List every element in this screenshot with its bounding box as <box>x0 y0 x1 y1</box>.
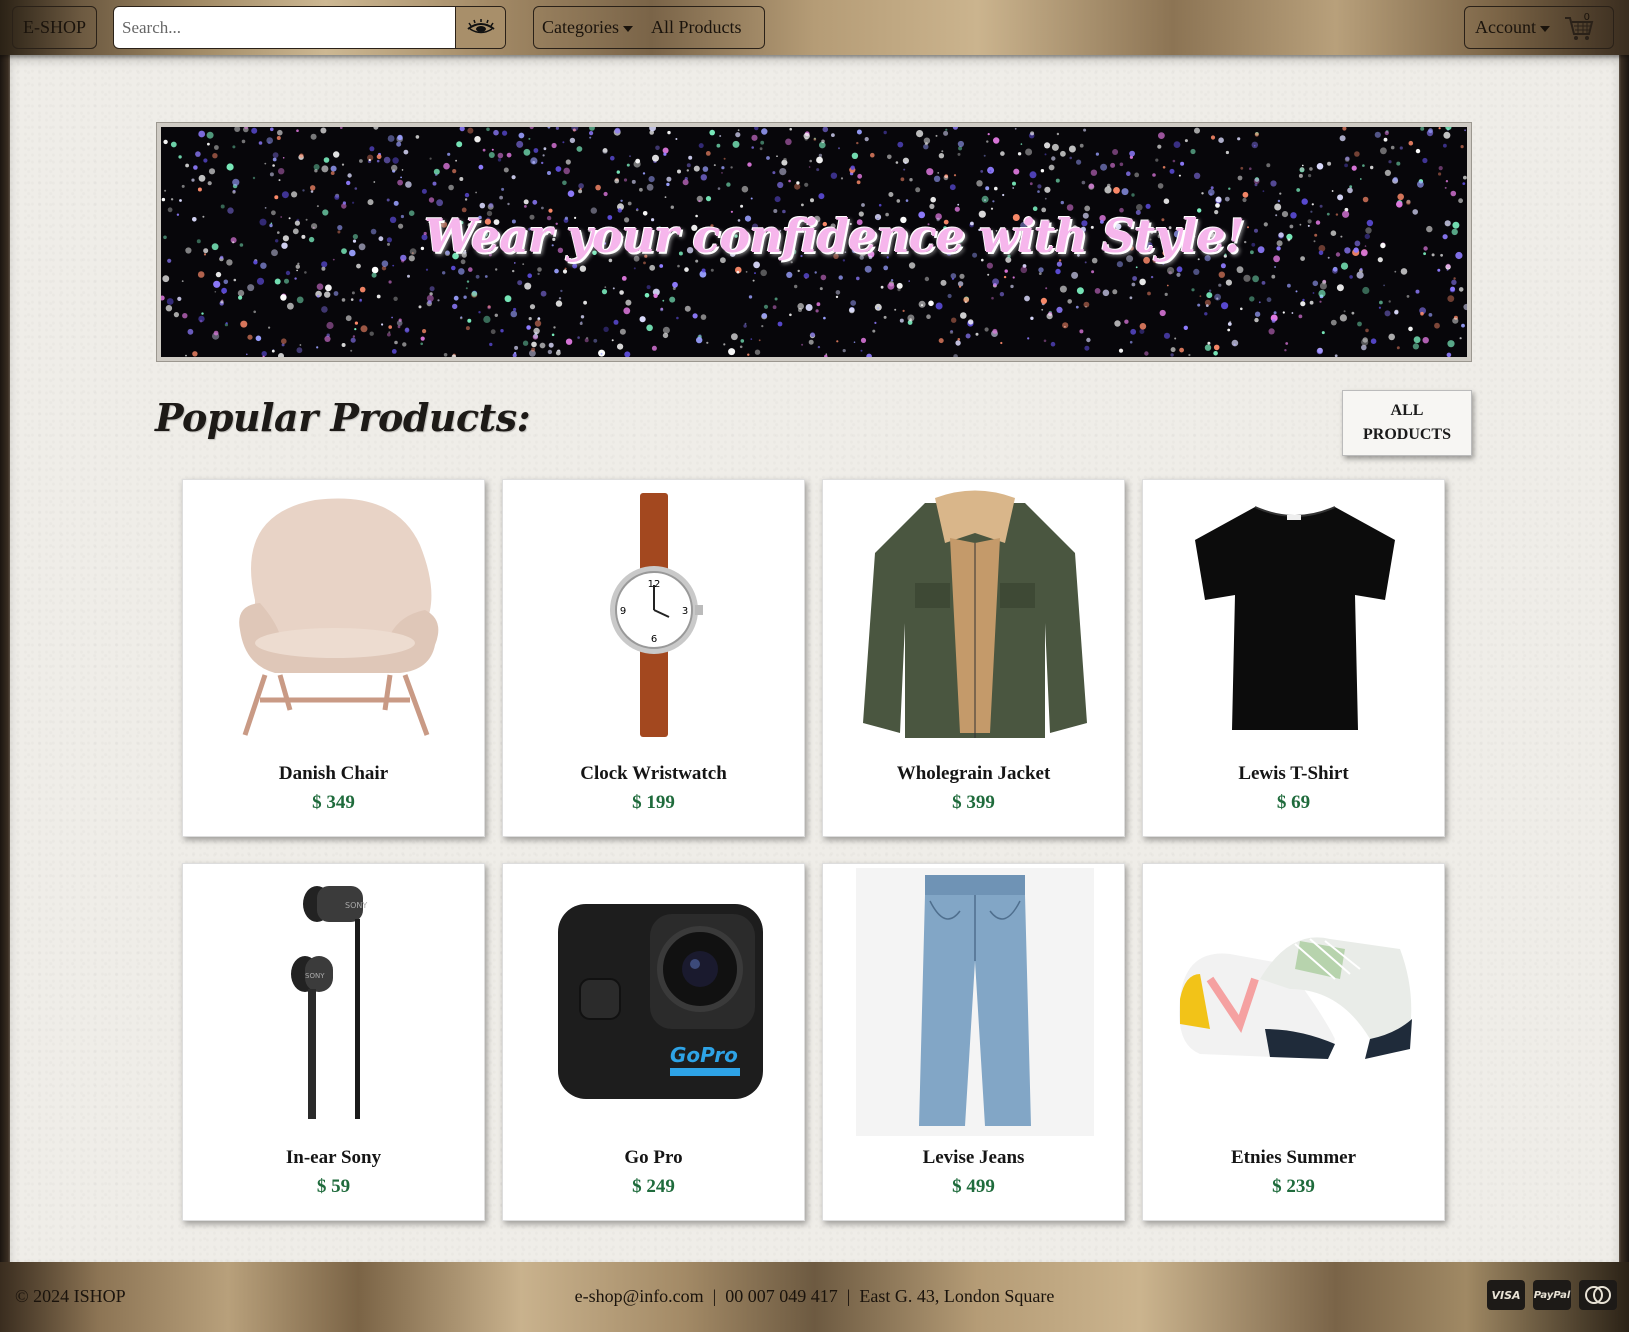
banner-slogan: Wear your confidence with Style! <box>424 209 1245 263</box>
chevron-down-icon <box>1539 25 1550 32</box>
mastercard-icon <box>1579 1280 1617 1310</box>
popular-products-title: Popular Products: <box>155 395 531 440</box>
jacket-image <box>823 480 1126 750</box>
chair-image <box>183 480 486 750</box>
account-dropdown[interactable]: Account <box>1475 17 1550 38</box>
product-card[interactable]: 12 6 9 3 Clock Wristwatch $ 199 <box>502 479 805 837</box>
visa-icon: VISA <box>1487 1280 1525 1310</box>
svg-text:SONY: SONY <box>345 901 367 910</box>
top-navbar: E-SHOP Categories All Products Account 0 <box>0 0 1629 55</box>
search-input[interactable] <box>114 7 455 48</box>
product-name: Etnies Summer <box>1230 1147 1357 1168</box>
account-area: Account 0 <box>1464 6 1614 49</box>
all-products-line1: ALL <box>1390 402 1424 419</box>
visa-label: VISA <box>1491 1288 1521 1302</box>
payment-methods: VISA PayPal <box>1487 1280 1617 1310</box>
product-price: $ 349 <box>312 792 355 813</box>
brand-logo[interactable]: E-SHOP <box>12 6 97 49</box>
footer: © 2024 ISHOP e-shop@info.com | 00 007 04… <box>0 1262 1629 1332</box>
hero-banner: Wear your confidence with Style! <box>157 123 1471 361</box>
product-card[interactable]: SONY SONY In-ear Sony $ 59 <box>182 863 485 1221</box>
svg-text:SONY: SONY <box>305 972 325 980</box>
chevron-down-icon <box>622 25 633 32</box>
product-price: $ 399 <box>952 792 995 813</box>
svg-text:6: 6 <box>650 634 656 645</box>
jeans-image <box>823 864 1126 1136</box>
nav-menu: Categories All Products <box>533 6 765 49</box>
tshirt-image <box>1143 480 1446 750</box>
nav-all-products[interactable]: All Products <box>651 17 742 38</box>
cart-count-badge: 0 <box>1583 11 1590 23</box>
product-name: Levise Jeans <box>922 1147 1025 1168</box>
all-products-button-label: ALL PRODUCTS <box>1363 399 1451 447</box>
earphones-image: SONY SONY <box>183 864 486 1134</box>
all-products-line2: PRODUCTS <box>1362 426 1451 443</box>
svg-text:GoPro: GoPro <box>670 1043 738 1067</box>
svg-text:3: 3 <box>681 606 687 617</box>
product-price: $ 199 <box>632 792 675 813</box>
svg-text:9: 9 <box>619 606 625 617</box>
product-name: Danish Chair <box>278 763 389 784</box>
product-card[interactable]: Lewis T-Shirt $ 69 <box>1142 479 1445 837</box>
watch-image: 12 6 9 3 <box>503 480 806 750</box>
product-price: $ 499 <box>952 1176 995 1197</box>
product-card[interactable]: Levise Jeans $ 499 <box>822 863 1125 1221</box>
product-price: $ 69 <box>1276 792 1311 813</box>
search-bar <box>113 6 506 49</box>
product-price: $ 239 <box>1272 1176 1315 1197</box>
product-name: Clock Wristwatch <box>580 763 727 784</box>
product-price: $ 249 <box>632 1176 675 1197</box>
product-name: Wholegrain Jacket <box>896 763 1051 784</box>
paypal-icon: PayPal <box>1533 1280 1571 1310</box>
footer-contact: e-shop@info.com | 00 007 049 417 | East … <box>574 1286 1055 1306</box>
cart-button[interactable]: 0 <box>1564 11 1594 43</box>
all-products-button[interactable]: ALL PRODUCTS <box>1342 390 1472 456</box>
product-card[interactable]: Danish Chair $ 349 <box>182 479 485 837</box>
search-button[interactable] <box>455 7 505 48</box>
camera-image: GoPro <box>503 864 806 1134</box>
product-name: Go Pro <box>624 1147 683 1168</box>
product-price: $ 59 <box>316 1176 351 1197</box>
product-grid: Danish Chair $ 349 12 6 9 3 Clock Wristw… <box>182 479 1445 1221</box>
paypal-label: PayPal <box>1533 1289 1571 1301</box>
product-card[interactable]: Wholegrain Jacket $ 399 <box>822 479 1125 837</box>
product-card[interactable]: Etnies Summer $ 239 <box>1142 863 1445 1221</box>
categories-label: Categories <box>542 17 619 37</box>
eye-icon <box>466 18 495 33</box>
product-name: In-ear Sony <box>285 1147 382 1168</box>
product-name: Lewis T-Shirt <box>1238 763 1349 784</box>
categories-dropdown[interactable]: Categories <box>542 17 633 38</box>
product-card[interactable]: GoPro Go Pro $ 249 <box>502 863 805 1221</box>
account-label: Account <box>1475 17 1536 37</box>
sneakers-image <box>1143 864 1446 1134</box>
